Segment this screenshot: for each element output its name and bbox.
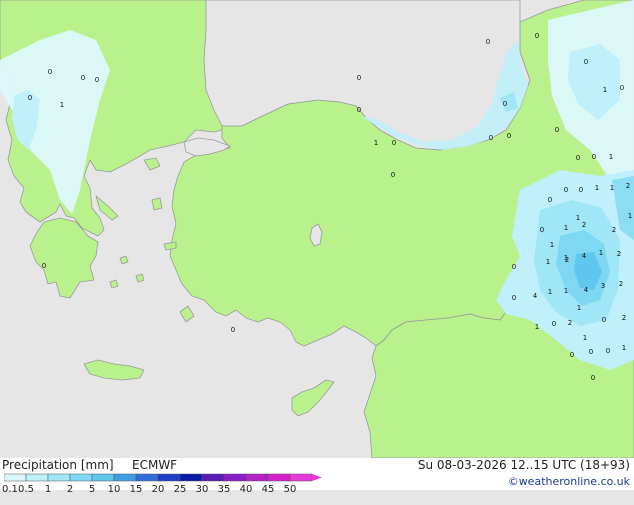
model-name: ECMWF — [132, 458, 178, 472]
precip-value-label: 2 — [622, 314, 626, 322]
legend-overflow-arrow — [312, 474, 322, 481]
precip-value-label: 1 — [576, 214, 580, 222]
precip-value-label: 0 — [576, 154, 580, 162]
legend-swatch — [157, 473, 181, 482]
precip-value-label: 1 — [609, 153, 613, 161]
precip-value-label: 1 — [548, 288, 552, 296]
precip-value-label: 1 — [610, 184, 614, 192]
precip-value-label: 0 — [564, 186, 568, 194]
precip-value-label: 4 — [582, 252, 587, 260]
precip-value-label: 0 — [620, 84, 624, 92]
precip-value-label: 0 — [392, 139, 396, 147]
precip-value-label: 1 — [628, 212, 632, 220]
legend-swatch — [135, 473, 159, 482]
legend-swatch — [91, 473, 115, 482]
legend-swatch — [289, 473, 313, 482]
precip-value-label: 0 — [81, 74, 85, 82]
legend-swatch — [179, 473, 203, 482]
precip-value-label: 0 — [507, 132, 511, 140]
precip-value-label: 1 — [535, 323, 539, 331]
precip-value-label: 0 — [579, 186, 583, 194]
precip-value-label: 2 — [582, 221, 586, 229]
precip-value-label: 0 — [548, 196, 552, 204]
precip-value-label: 0 — [584, 58, 588, 66]
precip-value-label: 1 — [550, 241, 554, 249]
precip-value-label: 4 — [584, 286, 589, 294]
precip-value-label: 0 — [231, 326, 235, 334]
precip-value-label: 0 — [606, 347, 610, 355]
legend-swatch — [113, 473, 137, 482]
precipitation-map: 00 0010000001 0001 00 00 0 100 0 1 1 2011 2210112 4 1… — [0, 0, 634, 458]
legend-swatch — [47, 473, 71, 482]
precip-value-label: 0 — [95, 76, 99, 84]
precip-value-label: 1 — [60, 101, 64, 109]
precip-value-label: 0 — [570, 351, 574, 359]
precip-value-label: 1 — [564, 287, 568, 295]
precip-value-label: 0 — [552, 320, 556, 328]
precip-value-label: 2 — [626, 182, 630, 190]
legend-swatch — [25, 473, 49, 482]
cyclades-2 — [135, 273, 145, 283]
legend-swatch — [69, 473, 93, 482]
valid-time: Su 08-03-2026 12..15 UTC (18+93) — [417, 458, 630, 472]
map-footer: Precipitation [mm] ECMWF Su 08-03-2026 1… — [0, 458, 634, 495]
legend-swatch — [267, 473, 291, 482]
precip-value-label: 2 — [565, 256, 569, 264]
precip-value-label: 3 — [601, 282, 605, 290]
precip-value-label: 0 — [512, 263, 516, 271]
precip-value-label: 1 — [577, 304, 581, 312]
precip-value-label: 0 — [591, 374, 595, 382]
precip-value-label: 0 — [503, 100, 507, 108]
precip-value-label: 1 — [599, 249, 603, 257]
precip-value-label: 0 — [535, 32, 539, 40]
precip-value-label: 0 — [42, 262, 46, 270]
precip-value-label: 0 — [391, 171, 395, 179]
legend-swatch — [201, 473, 225, 482]
precip-value-label: 0 — [489, 134, 493, 142]
precip-value-label: 1 — [622, 344, 626, 352]
color-legend: 0.1 0.5 1 2 5 10 15 20 25 30 35 40 45 50 — [2, 473, 334, 505]
precip-value-label: 0 — [602, 316, 606, 324]
precip-value-label: 0 — [589, 348, 593, 356]
credit-link[interactable]: ©weatheronline.co.uk — [508, 475, 630, 488]
precip-value-label: 1 — [583, 334, 587, 342]
legend-swatch — [223, 473, 247, 482]
cyclades-1 — [119, 255, 129, 265]
precip-value-label: 0 — [28, 94, 32, 102]
precip-value-label: 1 — [374, 139, 378, 147]
legend-swatch — [245, 473, 269, 482]
precip-value-label: 0 — [512, 294, 516, 302]
precip-value-label: 4 — [533, 292, 538, 300]
precip-value-label: 2 — [612, 226, 616, 234]
precip-value-label: 0 — [540, 226, 544, 234]
precip-value-label: 0 — [357, 106, 361, 114]
precip-value-label: 0 — [357, 74, 361, 82]
precip-value-label: 0 — [555, 126, 559, 134]
precip-value-label: 2 — [617, 250, 621, 258]
legend-swatch — [4, 473, 27, 482]
precip-value-label: 1 — [564, 224, 568, 232]
precip-value-label: 2 — [619, 280, 623, 288]
precip-value-label: 1 — [595, 184, 599, 192]
precip-value-label: 0 — [48, 68, 52, 76]
chios — [151, 197, 163, 211]
precip-value-label: 1 — [603, 86, 607, 94]
precip-value-label: 2 — [568, 319, 572, 327]
precip-value-label: 0 — [486, 38, 490, 46]
cyclades-3 — [109, 279, 119, 289]
precip-value-label: 1 — [546, 258, 550, 266]
map-title: Precipitation [mm] — [2, 458, 114, 472]
precip-value-label: 0 — [592, 153, 596, 161]
color-legend-bar — [4, 473, 322, 482]
